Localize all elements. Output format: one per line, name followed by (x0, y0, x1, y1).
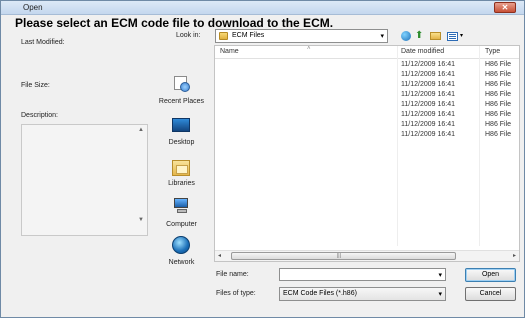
views-icon[interactable] (447, 32, 458, 41)
places-bar: Recent Places Desktop Libraries Computer… (153, 76, 210, 302)
sort-ascending-icon: ˄ (307, 46, 311, 52)
cell-date: 11/12/2009 16:41 (401, 131, 455, 138)
scrollbar-thumb[interactable]: ||| (231, 252, 456, 260)
up-folder-icon[interactable]: ⬆ (415, 31, 425, 41)
file-size-label: File Size: (21, 82, 50, 89)
cell-type: H86 File (485, 131, 512, 138)
scroll-down-icon[interactable]: ▼ (138, 217, 144, 223)
folder-icon (219, 32, 228, 40)
file-type-label: Files of type: (216, 290, 256, 297)
cell-date: 11/12/2009 16:41 (401, 81, 455, 88)
libraries-icon[interactable] (172, 160, 190, 176)
back-icon[interactable] (401, 31, 411, 41)
table-row[interactable]: 11/12/2009 16:41 H86 File (215, 121, 519, 131)
file-name-field[interactable]: ▾ (279, 268, 446, 281)
place-recent-places[interactable]: Recent Places (153, 98, 210, 105)
column-header: Name ˄ Date modified Type (215, 46, 519, 59)
column-date-modified[interactable]: Date modified (401, 48, 444, 55)
chevron-down-icon: ▾ (438, 291, 442, 298)
cell-type: H86 File (485, 101, 512, 108)
chevron-down-icon[interactable]: ▾ (438, 271, 442, 279)
place-libraries[interactable]: Libraries (153, 180, 210, 187)
last-modified-label: Last Modified: (21, 39, 65, 46)
close-button[interactable]: ✕ (494, 2, 516, 13)
horizontal-scrollbar[interactable]: ◂ ||| ▸ (215, 250, 519, 261)
table-row[interactable]: 11/12/2009 16:41 H86 File (215, 71, 519, 81)
title-bar[interactable]: Open ✕ (1, 1, 524, 15)
computer-icon[interactable] (172, 198, 190, 214)
place-desktop[interactable]: Desktop (153, 139, 210, 146)
cell-type: H86 File (485, 121, 512, 128)
cell-date: 11/12/2009 16:41 (401, 111, 455, 118)
file-name-label: File name: (216, 271, 249, 278)
cell-date: 11/12/2009 16:41 (401, 121, 455, 128)
open-dialog: Open ✕ Please select an ECM code file to… (0, 0, 525, 318)
chevron-down-icon: ▾ (380, 33, 384, 40)
network-icon[interactable] (172, 236, 190, 254)
cell-type: H86 File (485, 91, 512, 98)
table-row[interactable]: 11/12/2009 16:41 H86 File (215, 81, 519, 91)
table-row[interactable]: 11/12/2009 16:41 H86 File (215, 91, 519, 101)
dialog-heading: Please select an ECM code file to downlo… (15, 16, 334, 30)
open-button[interactable]: Open (465, 268, 516, 282)
place-computer[interactable]: Computer (153, 221, 210, 228)
file-type-select[interactable]: ECM Code Files (*.h86) ▾ (279, 287, 446, 301)
place-network[interactable]: Network (153, 259, 210, 266)
views-dropdown-icon[interactable]: ▾ (460, 32, 463, 39)
look-in-label: Look in: (176, 32, 201, 39)
file-list[interactable]: Name ˄ Date modified Type 11/12/2009 16:… (214, 45, 520, 262)
cell-type: H86 File (485, 61, 512, 68)
table-row[interactable]: 11/12/2009 16:41 H86 File (215, 131, 519, 141)
desktop-icon[interactable] (172, 118, 190, 132)
cell-type: H86 File (485, 71, 512, 78)
file-type-value: ECM Code Files (*.h86) (283, 290, 357, 297)
table-row[interactable]: 11/12/2009 16:41 H86 File (215, 101, 519, 111)
scroll-up-icon[interactable]: ▲ (138, 127, 144, 133)
look-in-value: ECM Files (232, 32, 265, 39)
description-label: Description: (21, 112, 58, 119)
scroll-left-icon[interactable]: ◂ (218, 252, 221, 259)
cell-type: H86 File (485, 111, 512, 118)
grip-icon: ||| (337, 253, 341, 259)
column-type[interactable]: Type (485, 48, 500, 55)
cell-date: 11/12/2009 16:41 (401, 91, 455, 98)
cell-type: H86 File (485, 81, 512, 88)
new-folder-icon[interactable] (430, 32, 441, 40)
column-name[interactable]: Name (220, 48, 239, 55)
look-in-dropdown[interactable]: ECM Files ▾ (215, 29, 388, 43)
table-row[interactable]: 11/12/2009 16:41 H86 File (215, 61, 519, 71)
cell-date: 11/12/2009 16:41 (401, 61, 455, 68)
cell-date: 11/12/2009 16:41 (401, 71, 455, 78)
recent-places-icon[interactable] (172, 76, 190, 92)
cancel-button[interactable]: Cancel (465, 287, 516, 301)
scroll-right-icon[interactable]: ▸ (513, 252, 516, 259)
cell-date: 11/12/2009 16:41 (401, 101, 455, 108)
table-row[interactable]: 11/12/2009 16:41 H86 File (215, 111, 519, 121)
window-title: Open (23, 3, 43, 12)
description-box[interactable]: ▲ ▼ (21, 124, 148, 236)
